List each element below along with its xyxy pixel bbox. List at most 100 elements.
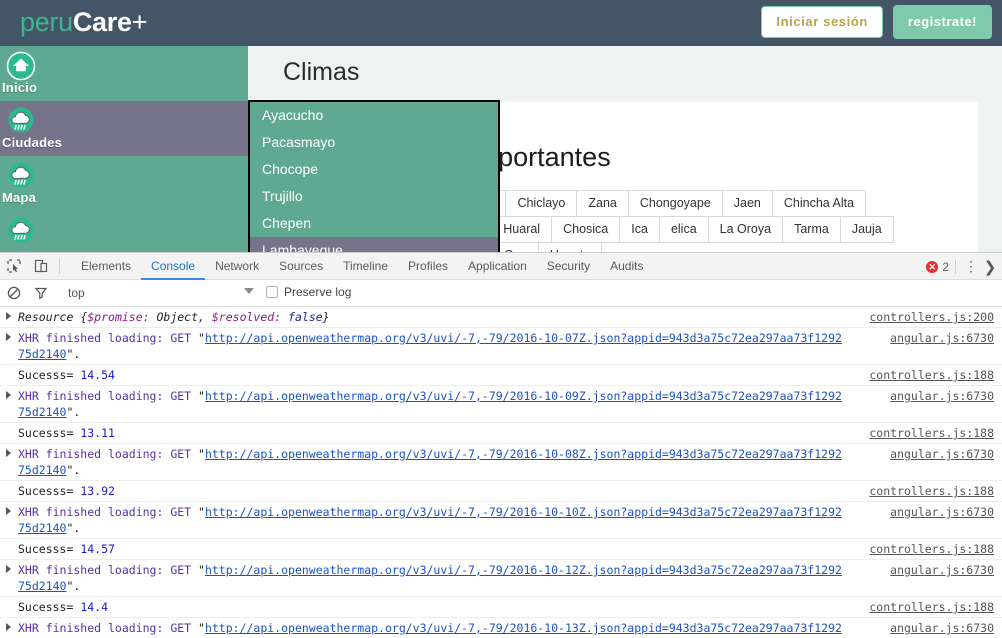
chevron-right-icon[interactable]: ❯ bbox=[982, 258, 998, 276]
more-options-icon[interactable]: ⋮ bbox=[962, 258, 980, 275]
city-chip[interactable]: Chiclayo bbox=[505, 190, 578, 217]
app-logo[interactable]: peruCare+ bbox=[20, 5, 147, 39]
error-count-badge[interactable]: ✕ 2 bbox=[926, 259, 956, 274]
expand-arrow-icon[interactable] bbox=[6, 507, 11, 515]
source-link[interactable]: angular.js:6730 bbox=[890, 620, 994, 636]
xhr-message: XHR finished loading: GET bbox=[18, 389, 199, 403]
console-row[interactable]: Sucesss= 14.57 controllers.js:188 bbox=[0, 539, 1002, 560]
console-row[interactable]: XHR finished loading: GET "http://api.op… bbox=[0, 502, 1002, 539]
source-link[interactable]: controllers.js:200 bbox=[869, 309, 994, 325]
city-chip[interactable]: Tarma bbox=[782, 216, 841, 243]
expand-arrow-icon[interactable] bbox=[6, 333, 11, 341]
success-value: 14.4 bbox=[80, 600, 109, 614]
console-row[interactable]: XHR finished loading: GET "http://api.op… bbox=[0, 386, 1002, 423]
city-chip[interactable]: Ica bbox=[619, 216, 660, 243]
expand-arrow-icon[interactable] bbox=[6, 391, 11, 399]
quote-open: " bbox=[198, 621, 205, 635]
dropdown-item-pacasmayo[interactable]: Pacasmayo bbox=[250, 129, 498, 156]
dropdown-item-trujillo[interactable]: Trujillo bbox=[250, 183, 498, 210]
object-value-2: false bbox=[281, 310, 323, 324]
preserve-log-checkbox[interactable] bbox=[266, 286, 278, 298]
console-row[interactable]: XHR finished loading: GET "http://api.op… bbox=[0, 328, 1002, 365]
console-row[interactable]: XHR finished loading: GET "http://api.op… bbox=[0, 618, 1002, 637]
source-link[interactable]: angular.js:6730 bbox=[890, 388, 994, 404]
console-message: XHR finished loading: GET "http://api.op… bbox=[18, 504, 1002, 536]
toggle-device-toolbar-icon[interactable] bbox=[27, 253, 54, 280]
object-name: Resource bbox=[18, 310, 81, 324]
xhr-message: XHR finished loading: GET bbox=[18, 331, 199, 345]
expand-arrow-icon[interactable] bbox=[6, 623, 11, 631]
success-value: 13.92 bbox=[80, 484, 115, 498]
execution-context-label[interactable]: top bbox=[68, 286, 85, 300]
login-button[interactable]: Iniciar sesión bbox=[761, 6, 883, 38]
success-label: Sucesss= bbox=[18, 426, 81, 440]
quote-open: " bbox=[198, 563, 205, 577]
city-chip[interactable]: Jaen bbox=[721, 190, 773, 217]
cities-dropdown-menu[interactable]: Ayacucho Pacasmayo Chocope Trujillo Chepen La… bbox=[248, 100, 500, 259]
inspect-element-icon[interactable] bbox=[0, 253, 27, 280]
source-link[interactable]: controllers.js:188 bbox=[869, 483, 994, 499]
dropdown-item-chocope[interactable]: Chocope bbox=[250, 156, 498, 183]
source-link[interactable]: controllers.js:188 bbox=[869, 367, 994, 383]
city-chip[interactable]: Chosica bbox=[551, 216, 621, 243]
expand-arrow-icon[interactable] bbox=[6, 312, 11, 320]
console-row[interactable]: Sucesss= 14.54 controllers.js:188 bbox=[0, 365, 1002, 386]
source-link[interactable]: controllers.js:188 bbox=[869, 541, 994, 557]
city-chip[interactable]: La Oroya bbox=[707, 216, 784, 243]
expand-arrow-icon[interactable] bbox=[6, 449, 11, 457]
expand-arrow-icon[interactable] bbox=[6, 565, 11, 573]
chevron-down-icon[interactable] bbox=[244, 288, 254, 294]
register-button[interactable]: registrate! bbox=[892, 5, 992, 39]
source-link[interactable]: controllers.js:188 bbox=[869, 599, 994, 615]
tab-profiles[interactable]: Profiles bbox=[398, 253, 458, 280]
city-chip[interactable]: elica bbox=[658, 216, 709, 243]
tab-security[interactable]: Security bbox=[537, 253, 600, 280]
console-row[interactable]: Sucesss= 13.11 controllers.js:188 bbox=[0, 423, 1002, 444]
city-chip[interactable]: Huaral bbox=[491, 216, 553, 243]
source-link[interactable]: controllers.js:188 bbox=[869, 425, 994, 441]
tab-audits[interactable]: Audits bbox=[600, 253, 653, 280]
devtools-toolbar-right: ✕ 2 ⋮ ❯ bbox=[926, 253, 998, 280]
tab-elements[interactable]: Elements bbox=[71, 253, 141, 280]
object-key-2: $resolved: bbox=[211, 310, 282, 324]
xhr-message: XHR finished loading: GET bbox=[18, 447, 199, 461]
quote-close: ". bbox=[66, 463, 81, 477]
console-row[interactable]: Resource {$promise: Object, $resolved: f… bbox=[0, 307, 1002, 328]
source-link[interactable]: angular.js:6730 bbox=[890, 562, 994, 578]
success-label: Sucesss= bbox=[18, 542, 81, 556]
city-chip[interactable]: Zana bbox=[576, 190, 629, 217]
city-chip[interactable]: Jauja bbox=[839, 216, 894, 243]
rain-cloud-icon bbox=[6, 161, 36, 191]
quote-close: ". bbox=[66, 521, 81, 535]
console-row[interactable]: Sucesss= 13.92 controllers.js:188 bbox=[0, 481, 1002, 502]
sidebar-item-inicio[interactable]: Inicio bbox=[0, 46, 248, 101]
quote-open: " bbox=[198, 389, 205, 403]
console-output[interactable]: Resource {$promise: Object, $resolved: f… bbox=[0, 307, 1002, 637]
console-row[interactable]: XHR finished loading: GET "http://api.op… bbox=[0, 444, 1002, 481]
tab-network[interactable]: Network bbox=[205, 253, 269, 280]
source-link[interactable]: angular.js:6730 bbox=[890, 330, 994, 346]
city-chip[interactable]: Chongoyape bbox=[627, 190, 723, 217]
object-value-1: Object, bbox=[149, 310, 212, 324]
source-link[interactable]: angular.js:6730 bbox=[890, 446, 994, 462]
dropdown-item-chepen[interactable]: Chepen bbox=[250, 210, 498, 237]
quote-close: ". bbox=[66, 579, 81, 593]
console-row[interactable]: XHR finished loading: GET "http://api.op… bbox=[0, 560, 1002, 597]
quote-close: ". bbox=[66, 347, 81, 361]
tab-timeline[interactable]: Timeline bbox=[333, 253, 398, 280]
success-value: 14.54 bbox=[80, 368, 115, 382]
preserve-log-control[interactable]: Preserve log bbox=[266, 285, 351, 299]
logo-main: Care bbox=[72, 7, 132, 37]
clear-console-icon[interactable] bbox=[0, 280, 27, 307]
tab-application[interactable]: Application bbox=[458, 253, 537, 280]
source-link[interactable]: angular.js:6730 bbox=[890, 504, 994, 520]
city-chip[interactable]: Chincha Alta bbox=[771, 190, 867, 217]
tab-sources[interactable]: Sources bbox=[269, 253, 333, 280]
preserve-log-label: Preserve log bbox=[284, 285, 352, 299]
console-row[interactable]: Sucesss= 14.4 controllers.js:188 bbox=[0, 597, 1002, 618]
dropdown-item-ayacucho[interactable]: Ayacucho bbox=[250, 102, 498, 129]
sidebar-item-ciudades[interactable]: Ciudades bbox=[0, 101, 248, 156]
tab-console[interactable]: Console bbox=[141, 253, 205, 280]
sidebar-item-mapa[interactable]: Mapa bbox=[0, 156, 248, 211]
filter-icon[interactable] bbox=[27, 280, 54, 307]
